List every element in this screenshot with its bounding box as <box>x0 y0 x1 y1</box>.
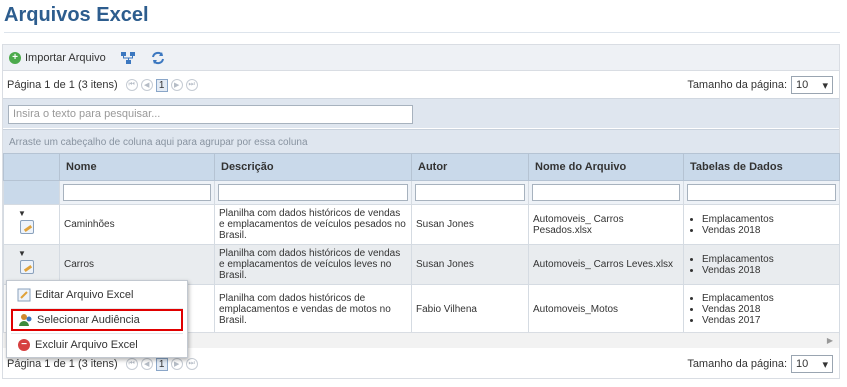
first-page-icon[interactable]: ⏮ <box>125 358 138 370</box>
page-size-label: Tamanho da página: <box>687 358 787 370</box>
header-nome[interactable]: Nome <box>59 153 215 181</box>
last-page-icon[interactable]: ⏭ <box>185 358 198 370</box>
filter-nome-input[interactable] <box>63 184 211 201</box>
plus-icon: + <box>9 51 21 64</box>
page-size: Tamanho da página: 10 ▾ <box>687 355 833 373</box>
group-hint[interactable]: Arraste um cabeçalho de coluna aqui para… <box>3 129 839 153</box>
pager-info: Página 1 de 1 (3 itens) <box>7 79 118 91</box>
refresh-icon <box>151 51 164 64</box>
list-item: Vendas 2018 <box>702 265 835 276</box>
filter-autor-input[interactable] <box>415 184 525 201</box>
list-item: Emplacamentos <box>702 214 835 225</box>
cell-arquivo: Automoveis_ Carros Leves.xlsx <box>528 244 684 285</box>
header-descricao[interactable]: Descrição <box>214 153 412 181</box>
import-file-label: Importar Arquivo <box>25 51 106 64</box>
header-nome-arquivo[interactable]: Nome do Arquivo <box>528 153 684 181</box>
list-item: Emplacamentos <box>702 293 835 304</box>
page-size-select[interactable]: 10 ▾ <box>791 76 833 94</box>
menu-item-edit[interactable]: Editar Arquivo Excel <box>11 284 183 306</box>
caret-down-icon[interactable]: ▼ <box>18 209 26 218</box>
current-page[interactable]: 1 <box>155 78 168 92</box>
delete-icon: − <box>17 338 31 352</box>
edit-file-icon[interactable] <box>20 260 34 274</box>
search-bar: Insira o texto para pesquisar... <box>3 98 839 128</box>
filter-row <box>3 180 840 205</box>
filter-tabelas-input[interactable] <box>687 184 836 201</box>
cell-tabelas: EmplacamentosVendas 2018 <box>683 244 840 285</box>
chevron-down-icon: ▾ <box>822 358 828 371</box>
menu-item-label: Selecionar Audiência <box>37 314 140 326</box>
list-item: Emplacamentos <box>702 254 835 265</box>
filter-arquivo-input[interactable] <box>532 184 680 201</box>
cell-nome: Caminhões <box>59 204 215 245</box>
header-row: Nome Descrição Autor Nome do Arquivo Tab… <box>3 153 840 181</box>
next-page-icon[interactable]: ▶ <box>170 358 183 370</box>
prev-page-icon[interactable]: ◀ <box>140 358 153 370</box>
cell-tabelas: EmplacamentosVendas 2018 <box>683 204 840 245</box>
current-page[interactable]: 1 <box>155 357 168 371</box>
refresh-button[interactable] <box>150 51 166 65</box>
context-menu: Editar Arquivo Excel Selecionar Audiênci… <box>6 280 188 358</box>
edit-icon <box>17 288 31 302</box>
menu-item-label: Editar Arquivo Excel <box>35 289 134 301</box>
header-select-col <box>3 153 60 181</box>
cell-nome: Carros <box>59 244 215 285</box>
cell-autor: Susan Jones <box>411 204 529 245</box>
table-row[interactable]: ▼ Caminhões Planilha com dados histórico… <box>3 204 840 245</box>
next-page-icon[interactable]: ▶ <box>170 79 183 91</box>
cell-descricao: Planilha com dados históricos de vendas … <box>214 204 412 245</box>
cell-tabelas: EmplacamentosVendas 2018Vendas 2017 <box>683 284 840 335</box>
cell-arquivo: Automoveis_ Carros Pesados.xlsx <box>528 204 684 245</box>
cell-arquivo: Automoveis_Motos <box>528 284 684 335</box>
page-size-select[interactable]: 10 ▾ <box>791 355 833 373</box>
header-autor[interactable]: Autor <box>411 153 529 181</box>
hierarchy-icon <box>120 51 135 64</box>
header-tabelas[interactable]: Tabelas de Dados <box>683 153 840 181</box>
menu-item-label: Excluir Arquivo Excel <box>35 339 138 351</box>
pager-info: Página 1 de 1 (3 itens) <box>7 358 118 370</box>
table-row[interactable]: ▼ Carros Planilha com dados históricos d… <box>3 244 840 285</box>
pager-top: Página 1 de 1 (3 itens) ⏮ ◀ 1 ▶ ⏭ Tamanh… <box>3 72 839 98</box>
caret-down-icon[interactable]: ▼ <box>18 249 26 258</box>
hierarchy-button[interactable] <box>120 51 136 65</box>
page-title: Arquivos Excel <box>4 4 149 26</box>
cell-descricao: Planilha com dados históricos de emplaca… <box>214 284 412 335</box>
cell-autor: Susan Jones <box>411 244 529 285</box>
menu-item-delete[interactable]: − Excluir Arquivo Excel <box>11 334 183 356</box>
cell-descricao: Planilha com dados históricos de vendas … <box>214 244 412 285</box>
users-icon <box>19 313 33 327</box>
title-divider <box>4 32 840 33</box>
import-file-button[interactable]: + Importar Arquivo <box>9 51 106 64</box>
list-item: Vendas 2017 <box>702 315 835 326</box>
toolbar: + Importar Arquivo <box>3 45 839 71</box>
page-size-value: 10 <box>796 358 809 370</box>
page-size-value: 10 <box>796 79 809 91</box>
first-page-icon[interactable]: ⏮ <box>125 79 138 91</box>
menu-item-select-audience[interactable]: Selecionar Audiência <box>11 309 183 331</box>
edit-file-icon[interactable] <box>20 220 34 234</box>
chevron-down-icon: ▾ <box>822 79 828 92</box>
scroll-right-icon[interactable]: ▶ <box>827 336 833 345</box>
list-item: Vendas 2018 <box>702 225 835 236</box>
last-page-icon[interactable]: ⏭ <box>185 79 198 91</box>
cell-autor: Fabio Vilhena <box>411 284 529 335</box>
page-size-label: Tamanho da página: <box>687 79 787 91</box>
prev-page-icon[interactable]: ◀ <box>140 79 153 91</box>
filter-descricao-input[interactable] <box>218 184 408 201</box>
page-size: Tamanho da página: 10 ▾ <box>687 76 833 94</box>
list-item: Vendas 2018 <box>702 304 835 315</box>
search-input[interactable]: Insira o texto para pesquisar... <box>8 105 413 124</box>
